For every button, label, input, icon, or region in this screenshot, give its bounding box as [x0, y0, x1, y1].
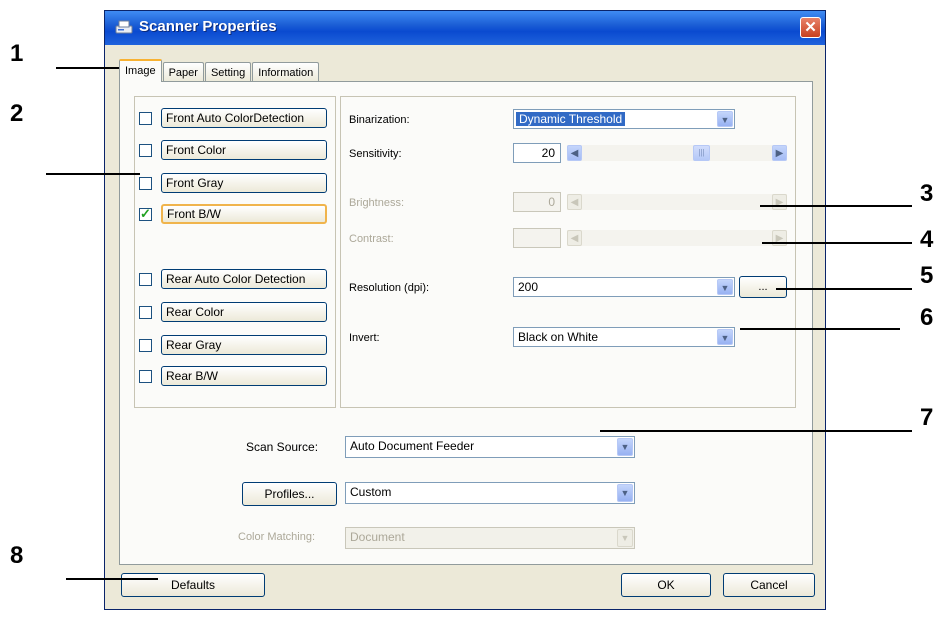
callout-line-5 [776, 288, 912, 290]
checkmark-icon: ✓ [140, 205, 151, 221]
resolution-label: Resolution (dpi): [349, 282, 430, 294]
front-color-button[interactable]: Front Color [161, 140, 327, 160]
callout-line-1 [56, 67, 122, 69]
profiles-value: Custom [350, 485, 392, 499]
callout-number-2: 2 [10, 100, 24, 127]
image-selection-group: Front Auto ColorDetection Front Color Fr… [134, 96, 336, 408]
option-row-rear-color: Rear Color [139, 302, 327, 322]
sensitivity-label: Sensitivity: [349, 148, 402, 160]
rear-color-checkbox[interactable] [139, 305, 152, 319]
rear-bw-checkbox[interactable] [139, 369, 152, 383]
chevron-down-icon[interactable]: ▼ [617, 484, 633, 502]
callout-number-8: 8 [10, 542, 24, 569]
option-row-rear-auto: Rear Auto Color Detection [139, 269, 327, 289]
callout-line-4 [762, 242, 912, 244]
scanner-properties-window: Scanner Properties ✕ Image Paper Setting… [104, 10, 826, 610]
invert-value: Black on White [518, 330, 599, 344]
front-gray-checkbox[interactable] [139, 176, 152, 190]
image-tab-panel: Front Auto ColorDetection Front Color Fr… [119, 81, 813, 565]
window-title: Scanner Properties [139, 18, 277, 35]
callout-number-1: 1 [10, 40, 24, 67]
contrast-label: Contrast: [349, 233, 394, 245]
profiles-button[interactable]: Profiles... [242, 482, 337, 506]
slider-thumb[interactable]: ||| [693, 145, 710, 161]
cancel-button[interactable]: Cancel [723, 573, 815, 597]
image-settings-group: Binarization: Dynamic Threshold ▼ Sensit… [340, 96, 796, 408]
profiles-select[interactable]: Custom ▼ [345, 482, 635, 504]
scan-source-label: Scan Source: [246, 440, 319, 454]
contrast-input [513, 228, 561, 248]
tab-image[interactable]: Image [119, 59, 162, 82]
color-matching-value: Document [350, 530, 405, 544]
invert-label: Invert: [349, 332, 380, 344]
brightness-label: Brightness: [349, 197, 405, 209]
slider-right-arrow-icon[interactable]: ▶ [772, 145, 787, 161]
resolution-more-button[interactable]: ... [739, 276, 787, 298]
sensitivity-slider[interactable]: ◀ ||| ▶ [567, 145, 787, 161]
tab-strip: Image Paper Setting Information [119, 58, 320, 82]
slider-right-arrow-icon: ▶ [772, 194, 787, 210]
front-bw-checkbox[interactable]: ✓ [139, 205, 152, 221]
option-row-rear-gray: Rear Gray [139, 335, 327, 355]
callout-number-5: 5 [920, 262, 934, 289]
contrast-slider: ◀ ▶ [567, 230, 787, 246]
callout-line-2 [46, 173, 140, 175]
callout-number-6: 6 [920, 304, 934, 331]
rear-color-button[interactable]: Rear Color [161, 302, 327, 322]
chevron-down-icon[interactable]: ▼ [717, 329, 733, 345]
slider-left-arrow-icon: ◀ [567, 230, 582, 246]
option-row-rear-bw: Rear B/W [139, 366, 327, 386]
rear-auto-color-checkbox[interactable] [139, 272, 152, 286]
defaults-button[interactable]: Defaults [121, 573, 265, 597]
tab-paper[interactable]: Paper [162, 62, 204, 82]
callout-number-3: 3 [920, 180, 934, 207]
callout-number-4: 4 [920, 226, 934, 253]
front-bw-button[interactable]: Front B/W [161, 204, 327, 224]
binarization-select[interactable]: Dynamic Threshold ▼ [513, 109, 735, 129]
front-auto-color-button[interactable]: Front Auto ColorDetection [161, 108, 327, 128]
title-bar[interactable]: Scanner Properties ✕ [105, 11, 825, 45]
rear-gray-checkbox[interactable] [139, 338, 152, 352]
tab-setting[interactable]: Setting [204, 62, 252, 82]
invert-select[interactable]: Black on White ▼ [513, 327, 735, 347]
callout-line-7 [600, 430, 912, 432]
callout-line-6 [740, 328, 900, 330]
option-row-front-auto: Front Auto ColorDetection [139, 108, 327, 128]
brightness-slider: ◀ ▶ [567, 194, 787, 210]
resolution-select[interactable]: 200 ▼ [513, 277, 735, 297]
resolution-value: 200 [518, 280, 539, 294]
chevron-down-icon[interactable]: ▼ [717, 111, 733, 127]
tab-information[interactable]: Information [252, 62, 320, 82]
ok-button[interactable]: OK [621, 573, 711, 597]
scanner-icon [115, 20, 133, 34]
rear-auto-color-button[interactable]: Rear Auto Color Detection [161, 269, 327, 289]
close-button[interactable]: ✕ [800, 17, 821, 38]
front-auto-color-checkbox[interactable] [139, 111, 152, 125]
chevron-down-icon[interactable]: ▼ [717, 279, 733, 295]
option-row-front-color: Front Color [139, 140, 327, 160]
chevron-down-icon: ▼ [617, 529, 633, 547]
scan-source-value: Auto Document Feeder [350, 439, 475, 453]
option-row-front-gray: Front Gray [139, 173, 327, 193]
rear-bw-button[interactable]: Rear B/W [161, 366, 327, 386]
rear-gray-button[interactable]: Rear Gray [161, 335, 327, 355]
scan-source-select[interactable]: Auto Document Feeder ▼ [345, 436, 635, 458]
binarization-label: Binarization: [349, 114, 410, 126]
callout-number-7: 7 [920, 404, 934, 431]
callout-line-3 [760, 205, 912, 207]
slider-left-arrow-icon: ◀ [567, 194, 582, 210]
option-row-front-bw: ✓ Front B/W [139, 204, 327, 224]
binarization-value: Dynamic Threshold [516, 112, 626, 126]
color-matching-select: Document ▼ [345, 527, 635, 549]
callout-line-8 [66, 578, 158, 580]
brightness-input: 0 [513, 192, 561, 212]
slider-left-arrow-icon[interactable]: ◀ [567, 145, 582, 161]
color-matching-label: Color Matching: [238, 531, 316, 543]
front-color-checkbox[interactable] [139, 143, 152, 157]
chevron-down-icon[interactable]: ▼ [617, 438, 633, 456]
front-gray-button[interactable]: Front Gray [161, 173, 327, 193]
sensitivity-input[interactable]: 20 [513, 143, 561, 163]
